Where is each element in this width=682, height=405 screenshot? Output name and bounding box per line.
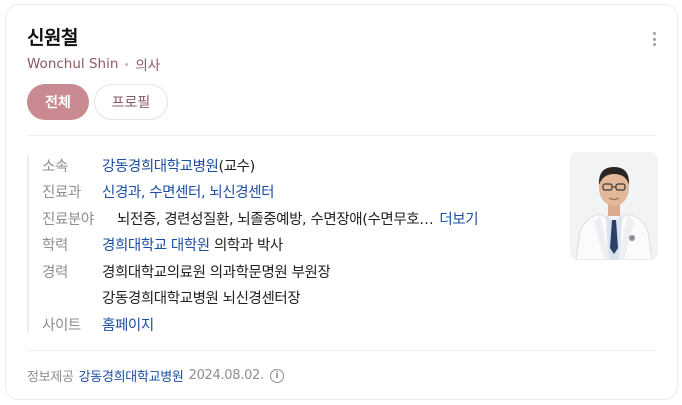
info-label: 진료과 <box>42 185 81 202</box>
info-label: 사이트 <box>42 317 81 334</box>
info-source-footer: 정보제공 강동경희대학교병원 2024.08.02. i <box>27 366 284 385</box>
info-row-education: 학력 경희대학교 대학원 의학과 박사 <box>42 232 562 259</box>
info-icon[interactable]: i <box>269 368 284 383</box>
position-text: (교수) <box>218 158 255 175</box>
career-item: 강동경희대학교병원 뇌신경센터장 <box>102 291 301 308</box>
hospital-link[interactable]: 강동경희대학교병원 <box>102 159 219 175</box>
school-link[interactable]: 경희대학교 대학원 <box>102 238 210 254</box>
more-dot <box>652 37 656 41</box>
info-label: 학력 <box>42 238 68 255</box>
doctor-portrait-image <box>570 152 658 260</box>
info-row-career: 경력 경희대학교의료원 의과학문명원 부원장 <box>42 258 562 285</box>
career-item: 경희대학교의료원 의과학문명원 부원장 <box>102 264 331 281</box>
info-left-rule <box>27 155 29 333</box>
more-dot <box>652 32 656 35</box>
info-row-specialty: 진료분야 뇌전증, 경련성질환, 뇌졸중예방, 수면장애(수면무호… 더보기 <box>42 205 562 232</box>
doctor-english-name: Wonchul Shin <box>27 56 119 72</box>
degree-text: 의학과 박사 <box>213 238 283 255</box>
department-link[interactable]: 신경과, 수면센터, 뇌신경센터 <box>102 181 274 202</box>
info-value: 경희대학교 대학원 의학과 박사 <box>102 234 283 255</box>
info-label: 진료분야 <box>42 211 94 228</box>
divider <box>27 350 656 351</box>
divider <box>27 135 656 136</box>
doctor-photo[interactable] <box>570 152 658 260</box>
doctor-role: 의사 <box>135 58 161 74</box>
more-dot <box>652 43 656 46</box>
info-label: 경력 <box>42 264 68 281</box>
see-more-link[interactable]: 더보기 <box>439 208 478 229</box>
tab-profile[interactable]: 프로필 <box>94 84 168 120</box>
doctor-subline: Wonchul Shin 의사 <box>27 54 160 74</box>
info-value: 강동경희대학교병원(교수) <box>102 155 255 176</box>
homepage-link[interactable]: 홈페이지 <box>102 314 154 335</box>
provided-date: 2024.08.02. <box>188 368 265 383</box>
info-row-affiliation: 소속 강동경희대학교병원(교수) <box>42 152 562 179</box>
info-row-site: 사이트 홈페이지 <box>42 311 562 338</box>
provider-label: 정보제공 <box>27 370 74 385</box>
more-options-icon[interactable] <box>647 29 661 49</box>
doctor-name: 신원철 <box>27 27 78 49</box>
specialty-text: 뇌전증, 경련성질환, 뇌졸중예방, 수면장애(수면무호… <box>117 211 434 228</box>
doctor-profile-card: 신원철 Wonchul Shin 의사 전체 프로필 소속 강동경희대학교병원(… <box>5 4 678 400</box>
info-row-department: 진료과 신경과, 수면센터, 뇌신경센터 <box>42 179 562 206</box>
info-label: 소속 <box>42 158 68 175</box>
separator-dot <box>125 62 129 66</box>
provider-link[interactable]: 강동경희대학교병원 <box>79 366 184 385</box>
tab-all[interactable]: 전체 <box>27 84 89 120</box>
info-row-career-2: 강동경희대학교병원 뇌신경센터장 <box>42 285 562 312</box>
info-list: 소속 강동경희대학교병원(교수) 진료과 신경과, 수면센터, 뇌신경센터 진료… <box>42 152 562 338</box>
